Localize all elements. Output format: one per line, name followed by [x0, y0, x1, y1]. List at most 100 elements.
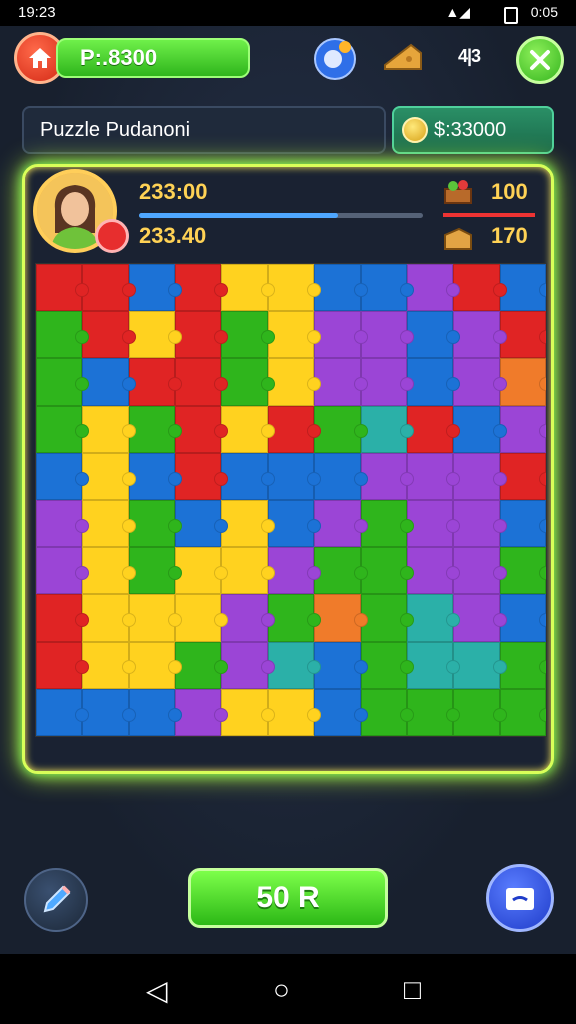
puzzle-piece[interactable] [82, 547, 137, 595]
puzzle-piece[interactable] [175, 594, 229, 642]
pencil-button[interactable] [24, 868, 88, 932]
puzzle-piece[interactable] [82, 500, 137, 548]
puzzle-piece[interactable] [175, 452, 229, 500]
puzzle-piece[interactable] [82, 594, 137, 642]
puzzle-piece[interactable] [36, 311, 90, 359]
timer-display: 4|3 [458, 46, 481, 66]
basket-icon [444, 180, 472, 204]
puzzle-piece[interactable] [314, 358, 368, 406]
status-bar: 19:23 ▲◢ 0:05 [0, 0, 576, 26]
status-right: 0:05 [530, 4, 558, 20]
puzzle-piece[interactable] [221, 405, 276, 453]
puzzle-piece[interactable] [406, 500, 461, 548]
puzzle-piece[interactable] [453, 358, 508, 406]
cheese-icon [384, 43, 422, 70]
wifi-icon: ▲◢ [445, 4, 470, 20]
puzzle-piece[interactable] [314, 452, 368, 500]
puzzle-piece[interactable] [175, 311, 229, 359]
globe-icon [314, 38, 356, 80]
home-icon [29, 48, 51, 68]
puzzle-piece[interactable] [36, 452, 90, 500]
puzzle-piece[interactable] [82, 452, 137, 500]
puzzle-piece[interactable] [36, 358, 90, 406]
puzzle-piece[interactable] [314, 311, 368, 359]
puzzle-piece[interactable] [221, 547, 276, 595]
balance-badge: $:33000 [392, 106, 554, 154]
puzzle-piece[interactable] [221, 358, 276, 406]
puzzle-piece[interactable] [82, 311, 137, 359]
puzzle-piece[interactable] [36, 594, 90, 642]
count-top: 100 [491, 179, 528, 204]
camera-icon [506, 888, 534, 910]
box-icon [444, 227, 472, 250]
puzzle-piece[interactable] [221, 594, 276, 642]
puzzle-piece[interactable] [221, 688, 276, 736]
puzzle-piece[interactable] [314, 594, 368, 642]
score-top: 233:00 [139, 179, 208, 204]
coin-icon [402, 117, 428, 143]
puzzle-piece[interactable] [82, 264, 137, 312]
puzzle-piece[interactable] [36, 641, 90, 689]
game-board: 233:00 233.40 100 170 [22, 164, 554, 774]
globe-button[interactable] [312, 36, 358, 82]
camera-button[interactable] [486, 864, 554, 932]
puzzle-piece[interactable] [36, 264, 90, 312]
puzzle-piece[interactable] [175, 641, 229, 689]
count-divider [443, 213, 535, 217]
puzzle-grid[interactable] [35, 263, 547, 737]
puzzle-piece[interactable] [175, 688, 229, 736]
play-button[interactable]: 50 R [188, 868, 388, 928]
puzzle-piece[interactable] [221, 264, 276, 312]
android-nav-bar: ◁ ○ □ [0, 954, 576, 1024]
balance-value: $:33000 [434, 118, 507, 141]
puzzle-piece[interactable] [314, 264, 368, 312]
puzzle-piece[interactable] [36, 405, 90, 453]
puzzle-piece[interactable] [453, 688, 508, 736]
puzzle-piece[interactable] [175, 358, 229, 406]
puzzle-piece[interactable] [314, 547, 368, 595]
puzzle-piece[interactable] [175, 264, 229, 312]
puzzle-piece[interactable] [82, 405, 137, 453]
puzzle-piece[interactable] [175, 500, 229, 548]
puzzle-piece[interactable] [406, 688, 461, 736]
recents-icon[interactable]: □ [404, 974, 421, 1006]
puzzle-piece[interactable] [175, 547, 229, 595]
puzzle-piece[interactable] [314, 641, 368, 689]
puzzle-piece[interactable] [82, 688, 137, 736]
puzzle-piece[interactable] [453, 500, 508, 548]
puzzle-piece[interactable] [453, 641, 508, 689]
back-icon[interactable]: ◁ [146, 974, 168, 1007]
puzzle-piece[interactable] [82, 358, 137, 406]
puzzle-piece[interactable] [221, 311, 276, 359]
home-nav-icon[interactable]: ○ [273, 974, 290, 1006]
puzzle-piece[interactable] [36, 688, 90, 736]
puzzle-piece[interactable] [453, 547, 508, 595]
coin-counter[interactable]: P:.8300 [56, 38, 250, 78]
progress-bar [139, 213, 423, 218]
puzzle-piece[interactable] [175, 405, 229, 453]
puzzle-piece[interactable] [453, 594, 508, 642]
puzzle-piece[interactable] [82, 641, 137, 689]
puzzle-piece[interactable] [314, 688, 368, 736]
puzzle-piece[interactable] [221, 500, 276, 548]
puzzle-piece[interactable] [36, 500, 90, 548]
close-button[interactable] [516, 36, 564, 84]
score-bottom: 233.40 [139, 223, 207, 248]
puzzle-piece[interactable] [406, 452, 461, 500]
puzzle-piece[interactable] [406, 264, 461, 312]
count-bottom: 170 [491, 223, 528, 248]
puzzle-piece[interactable] [221, 641, 276, 689]
status-time: 19:23 [18, 4, 56, 21]
puzzle-piece[interactable] [453, 452, 508, 500]
puzzle-piece[interactable] [221, 452, 276, 500]
puzzle-piece[interactable] [453, 311, 508, 359]
puzzle-name: Puzzle Pudanoni [22, 106, 386, 154]
progress-fill [139, 213, 338, 218]
puzzle-piece[interactable] [314, 500, 368, 548]
puzzle-piece[interactable] [314, 405, 368, 453]
puzzle-piece[interactable] [453, 264, 508, 312]
puzzle-piece[interactable] [453, 405, 508, 453]
game-screen: P:.8300 4|3 Puzzle Pudanoni $:33000 233:… [0, 26, 576, 954]
cheese-button[interactable] [380, 36, 426, 82]
puzzle-piece[interactable] [36, 547, 90, 595]
